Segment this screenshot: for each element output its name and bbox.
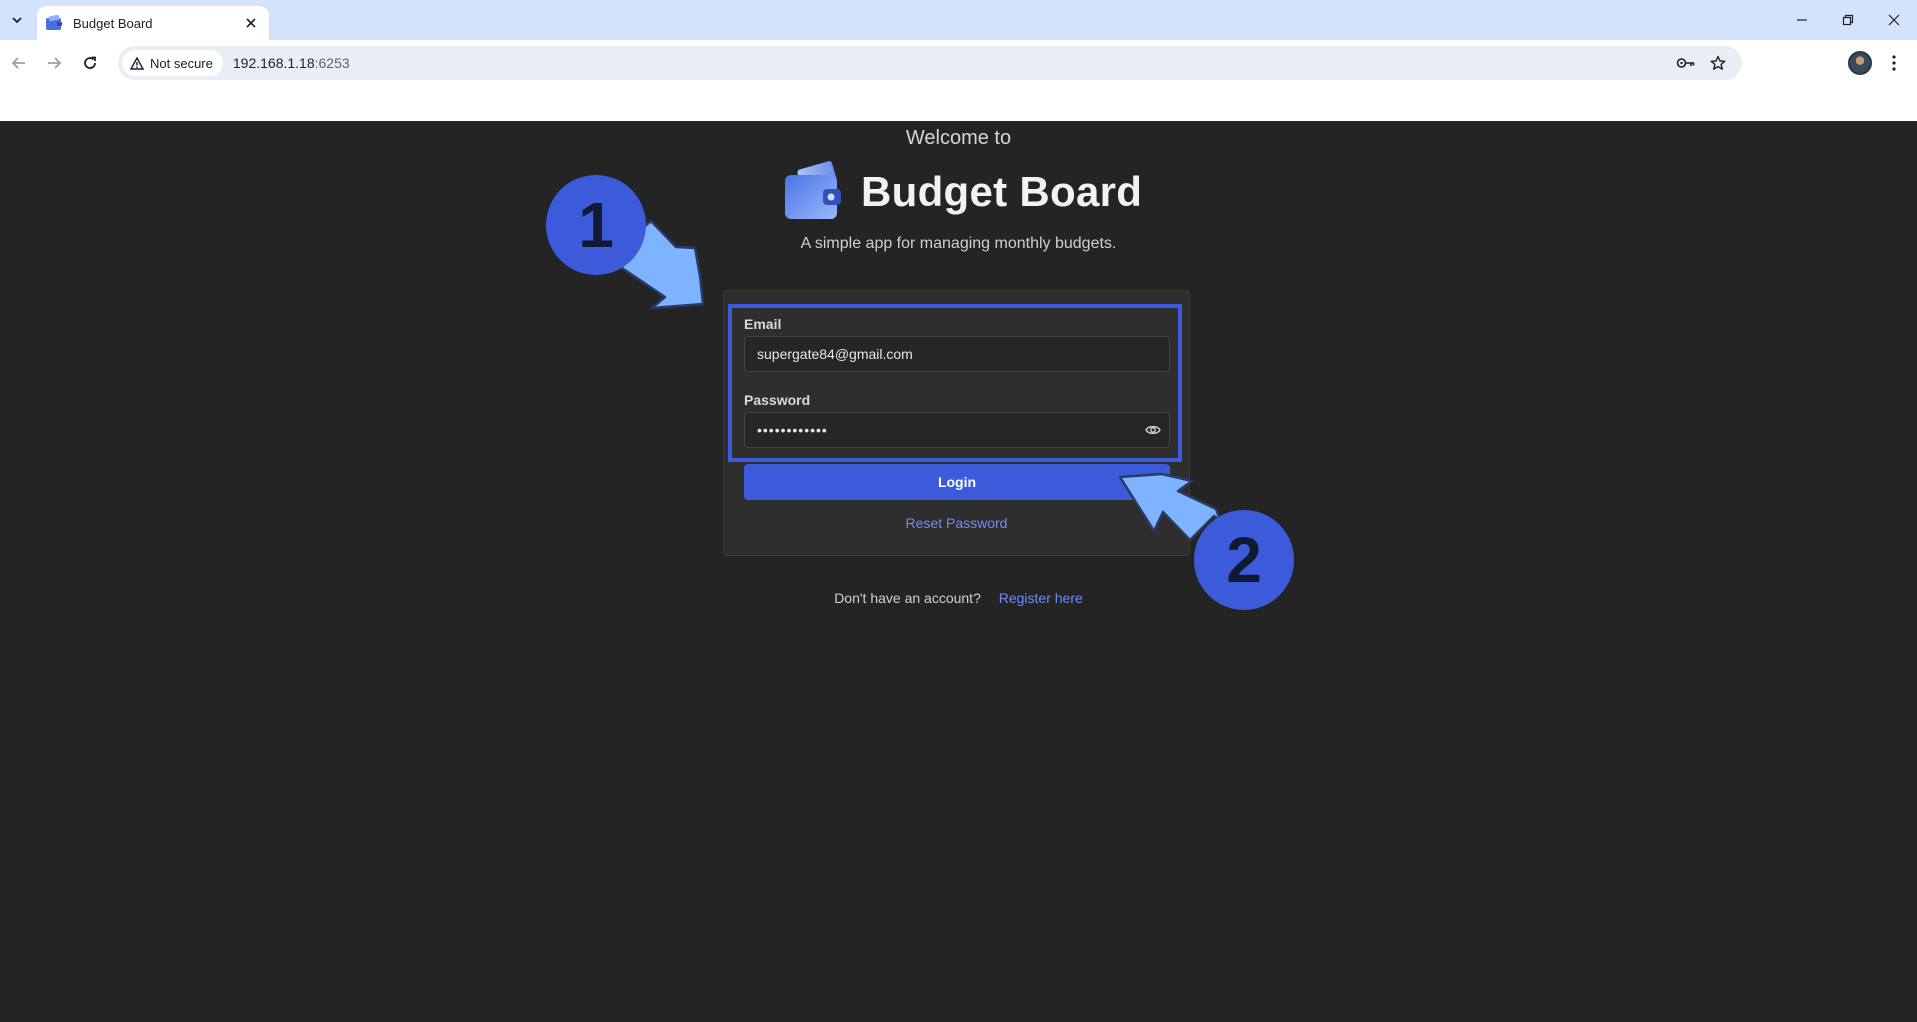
brand-header: Budget Board — [783, 161, 1142, 223]
welcome-text: Welcome to — [905, 127, 1012, 149]
security-label: Not secure — [150, 55, 213, 71]
login-button[interactable]: Login — [744, 464, 1170, 500]
reload-icon — [84, 56, 96, 69]
key-icon — [1676, 58, 1695, 68]
browser-tabstrip: Budget Board — [0, 0, 1917, 40]
browser-tab[interactable]: Budget Board — [37, 6, 269, 40]
minimize-icon — [1797, 19, 1807, 21]
url-port: :6253 — [314, 55, 350, 71]
arrow-right-icon — [48, 57, 62, 69]
reset-password-link[interactable]: Reset Password — [724, 515, 1189, 531]
minimize-button[interactable] — [1779, 0, 1825, 40]
wallet-favicon-icon — [45, 14, 63, 32]
url-host: 192.168.1.18 — [232, 55, 315, 71]
password-label: Password — [744, 392, 811, 408]
close-icon — [1888, 14, 1900, 26]
login-card: Email Password Login Reset Password — [723, 290, 1190, 556]
chevron-down-icon — [12, 17, 22, 24]
bookmark-button[interactable] — [1706, 51, 1730, 75]
warning-icon — [130, 56, 144, 70]
restore-button[interactable] — [1825, 0, 1871, 40]
browser-menu-button[interactable] — [1882, 49, 1906, 77]
profile-avatar[interactable] — [1848, 51, 1872, 75]
close-window-button[interactable] — [1871, 0, 1917, 40]
register-row: Don't have an account? Register here — [0, 590, 1917, 606]
register-question: Don't have an account? — [834, 590, 981, 606]
register-link[interactable]: Register here — [999, 590, 1083, 606]
password-input[interactable] — [744, 412, 1170, 448]
email-input[interactable] — [744, 336, 1170, 372]
tab-title: Budget Board — [73, 15, 153, 31]
password-key-button[interactable] — [1674, 51, 1698, 75]
wallet-logo-icon — [785, 161, 841, 219]
email-label: Email — [744, 316, 782, 332]
login-page: Welcome to Budget Board A simple app for… — [0, 121, 1917, 1022]
browser-toolbar: Not secure 192.168.1.18:6253 — [0, 40, 1917, 86]
page-top-strip — [0, 86, 1917, 121]
restore-icon — [1842, 14, 1854, 26]
close-icon — [246, 18, 256, 28]
tab-search-button[interactable] — [4, 8, 30, 32]
eye-icon — [1145, 425, 1161, 435]
window-controls — [1779, 0, 1917, 40]
show-password-button[interactable] — [1142, 419, 1164, 441]
star-icon — [1710, 55, 1726, 70]
annotation-badge-1: 1 — [546, 175, 646, 275]
arrow-left-icon — [11, 57, 25, 69]
reload-button[interactable] — [76, 49, 104, 77]
tagline: A simple app for managing monthly budget… — [800, 235, 1117, 252]
forward-button[interactable] — [40, 49, 68, 77]
more-vertical-icon — [1892, 55, 1896, 71]
tab-close-button[interactable] — [241, 13, 261, 33]
back-button[interactable] — [5, 49, 33, 77]
address-bar[interactable]: Not secure 192.168.1.18:6253 — [118, 46, 1742, 80]
url-text: 192.168.1.18:6253 — [233, 55, 350, 71]
annotation-badge-2: 2 — [1194, 510, 1294, 610]
security-chip[interactable]: Not secure — [122, 50, 223, 76]
brand-name: Budget Board — [861, 168, 1143, 215]
